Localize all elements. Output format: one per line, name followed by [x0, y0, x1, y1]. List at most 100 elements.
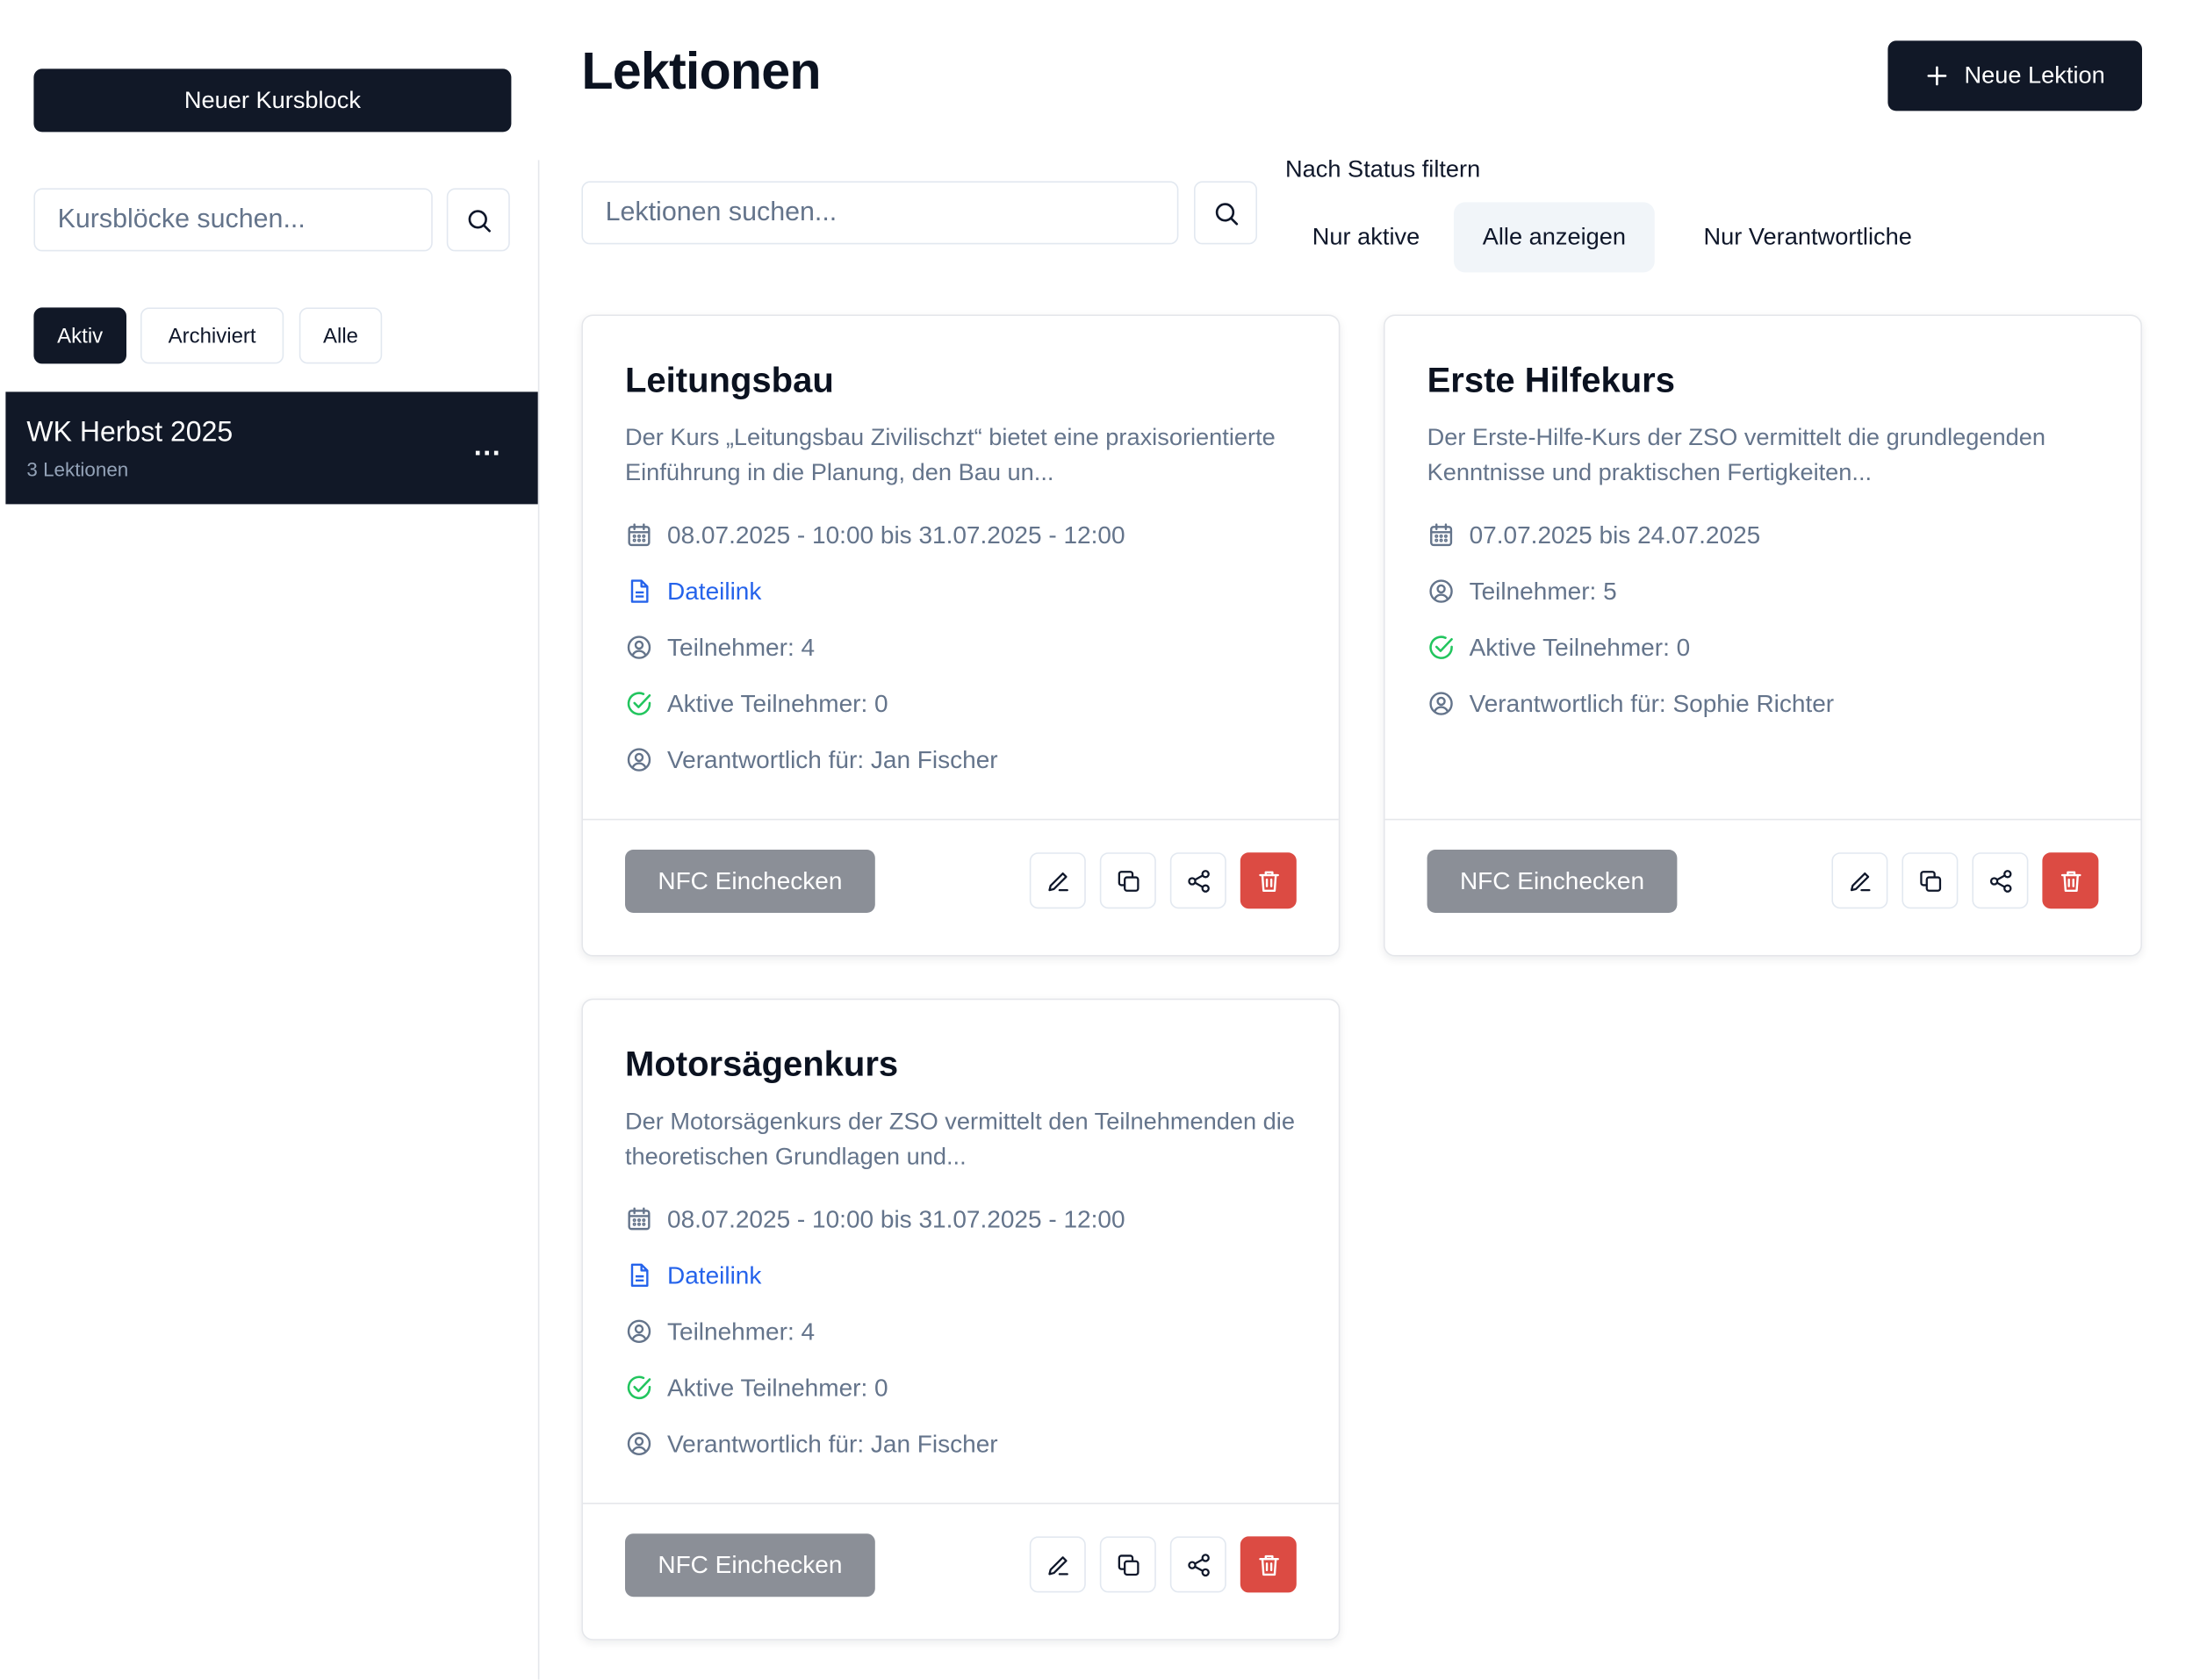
document-icon — [630, 579, 649, 603]
card-divider — [1384, 818, 2141, 821]
sidebar-divider — [537, 160, 540, 1680]
share-icon — [1187, 1553, 1210, 1576]
lesson-card: Leitungsbau Der Kurs „Leitungsbau Zivili… — [581, 314, 1341, 957]
status-tab-only-active[interactable]: Nur aktive — [1285, 202, 1447, 272]
lesson-search-button[interactable] — [1194, 181, 1257, 245]
check-circle-icon — [627, 692, 651, 715]
share-icon — [1187, 869, 1210, 893]
pencil-icon — [1047, 872, 1068, 891]
lesson-date-row: 07.07.2025 bis 24.07.2025 — [1427, 518, 1761, 551]
new-lesson-button[interactable]: Neue Lektion — [1887, 40, 2142, 111]
course-block-search-input[interactable]: Kursblöcke suchen... — [33, 188, 433, 252]
copy-icon — [1117, 870, 1139, 892]
delete-button[interactable] — [1240, 852, 1297, 909]
user-circle-icon — [1429, 692, 1453, 715]
lesson-date: 08.07.2025 - 10:00 bis 31.07.2025 - 12:0… — [667, 1204, 1125, 1232]
plus-icon — [1928, 66, 1947, 86]
document-icon — [630, 1263, 649, 1288]
check-circle-icon — [1429, 635, 1453, 659]
active-participants-count: Aktive Teilnehmer: 0 — [667, 688, 888, 717]
search-icon — [467, 209, 491, 232]
responsible-person: Verantwortlich für: Sophie Richter — [1469, 688, 1835, 717]
active-participants-row: Aktive Teilnehmer: 0 — [625, 686, 888, 720]
active-participants-count: Aktive Teilnehmer: 0 — [1469, 632, 1691, 661]
calendar-icon — [628, 1207, 651, 1231]
sidebar: Neuer Kursblock Kursblöcke suchen... Akt… — [0, 0, 539, 1680]
new-course-block-button[interactable]: Neuer Kursblock — [33, 68, 512, 133]
lesson-date: 08.07.2025 - 10:00 bis 31.07.2025 - 12:0… — [667, 520, 1125, 549]
responsible-row: Verantwortlich für: Sophie Richter — [1427, 686, 1835, 720]
status-tab-only-responsible[interactable]: Nur Verantwortliche — [1669, 202, 1947, 272]
lesson-card: Motorsägenkurs Der Motorsägenkurs der ZS… — [581, 998, 1341, 1641]
check-circle-icon — [627, 1375, 651, 1400]
nfc-checkin-button[interactable]: NFC Einchecken — [1427, 850, 1678, 913]
trash-icon — [1258, 870, 1279, 892]
lesson-card: Erste Hilfekurs Der Erste-Hilfe-Kurs der… — [1384, 314, 2142, 957]
lesson-date-row: 08.07.2025 - 10:00 bis 31.07.2025 - 12:0… — [625, 518, 1125, 551]
user-circle-icon — [627, 748, 651, 772]
card-divider — [583, 818, 1339, 821]
search-icon — [1215, 202, 1238, 225]
trash-icon — [1258, 1554, 1279, 1576]
filter-chip-archived[interactable]: Archiviert — [140, 307, 284, 364]
participants-count: Teilnehmer: 4 — [667, 1317, 816, 1345]
user-circle-icon — [627, 1319, 651, 1344]
card-divider — [583, 1503, 1339, 1504]
participants-count: Teilnehmer: 5 — [1469, 576, 1617, 605]
delete-button[interactable] — [2042, 852, 2099, 909]
nfc-checkin-button[interactable]: NFC Einchecken — [625, 850, 875, 913]
more-options-icon[interactable]: ... — [474, 431, 501, 463]
participants-row: Teilnehmer: 5 — [1427, 574, 1617, 607]
file-link[interactable]: Dateilink — [667, 1260, 761, 1290]
responsible-person: Verantwortlich für: Jan Fischer — [667, 1429, 998, 1457]
course-block-search-button[interactable] — [446, 188, 510, 252]
pencil-icon — [1850, 872, 1870, 891]
duplicate-button[interactable] — [1099, 852, 1156, 909]
course-block-lesson-count: 3 Lektionen — [26, 457, 129, 481]
participants-row: Teilnehmer: 4 — [625, 630, 815, 664]
file-link-row[interactable]: Dateilink — [625, 574, 761, 607]
lesson-title: Leitungsbau — [625, 361, 834, 400]
edit-button[interactable] — [1831, 852, 1888, 909]
nfc-checkin-button[interactable]: NFC Einchecken — [625, 1533, 875, 1597]
copy-icon — [1117, 1554, 1139, 1576]
edit-button[interactable] — [1029, 1536, 1086, 1593]
lesson-date: 07.07.2025 bis 24.07.2025 — [1469, 520, 1761, 549]
share-button[interactable] — [1972, 852, 2029, 909]
page-title: Lektionen — [581, 42, 821, 100]
share-button[interactable] — [1169, 852, 1226, 909]
lesson-search-input[interactable]: Lektionen suchen... — [581, 181, 1179, 245]
copy-icon — [1919, 870, 1941, 892]
pencil-icon — [1047, 1555, 1068, 1575]
edit-button[interactable] — [1029, 852, 1086, 909]
responsible-row: Verantwortlich für: Jan Fischer — [625, 1427, 998, 1461]
new-lesson-label: Neue Lektion — [1964, 61, 2105, 89]
status-tab-show-all[interactable]: Alle anzeigen — [1454, 202, 1655, 273]
calendar-icon — [1430, 523, 1453, 547]
lesson-description: Der Erste-Hilfe-Kurs der ZSO vermittelt … — [1427, 424, 2046, 486]
course-block-item[interactable]: WK Herbst 2025 3 Lektionen ... — [5, 391, 538, 505]
filter-chip-active[interactable]: Aktiv — [33, 307, 126, 364]
responsible-person: Verantwortlich für: Jan Fischer — [667, 744, 998, 773]
active-participants-count: Aktive Teilnehmer: 0 — [667, 1373, 888, 1401]
responsible-row: Verantwortlich für: Jan Fischer — [625, 743, 998, 776]
duplicate-button[interactable] — [1902, 852, 1959, 909]
course-block-title: WK Herbst 2025 — [26, 417, 234, 449]
file-link-row[interactable]: Dateilink — [625, 1259, 761, 1292]
lesson-description: Der Motorsägenkurs der ZSO vermittelt de… — [625, 1108, 1295, 1170]
delete-button[interactable] — [1240, 1536, 1297, 1593]
status-filter-label: Nach Status filtern — [1285, 155, 1481, 183]
active-participants-row: Aktive Teilnehmer: 0 — [625, 1371, 888, 1404]
participants-count: Teilnehmer: 4 — [667, 632, 816, 661]
calendar-icon — [628, 523, 651, 547]
file-link[interactable]: Dateilink — [667, 577, 761, 607]
filter-chip-all[interactable]: Alle — [298, 307, 383, 364]
duplicate-button[interactable] — [1099, 1536, 1156, 1593]
participants-row: Teilnehmer: 4 — [625, 1315, 815, 1348]
share-button[interactable] — [1169, 1536, 1226, 1593]
user-circle-icon — [627, 635, 651, 659]
lesson-description: Der Kurs „Leitungsbau Zivilischzt“ biete… — [625, 424, 1276, 486]
trash-icon — [2060, 870, 2081, 892]
share-icon — [1989, 869, 2011, 893]
lesson-title: Erste Hilfekurs — [1427, 361, 1675, 400]
